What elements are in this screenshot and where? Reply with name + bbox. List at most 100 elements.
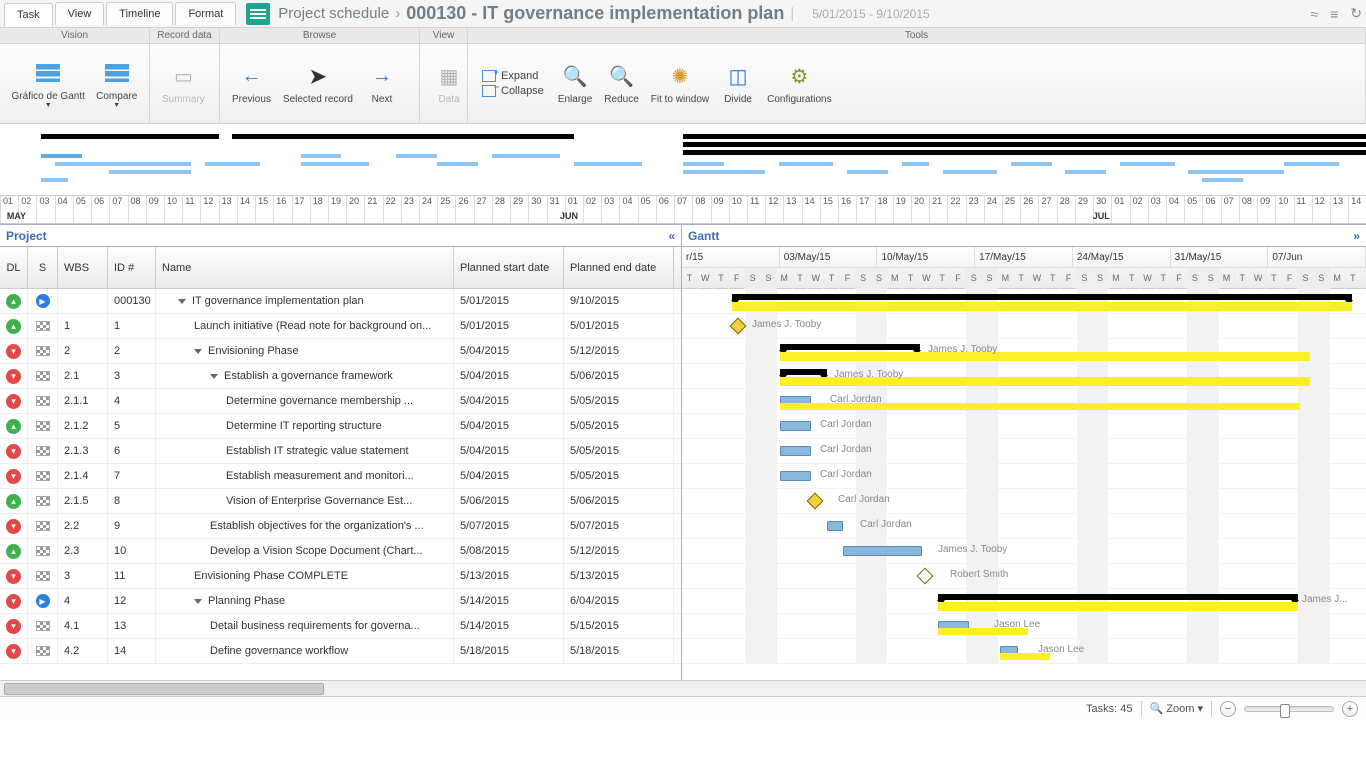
compare-button[interactable]: Compare▼	[90, 55, 143, 113]
gantt-row[interactable]: Carl Jordan	[682, 439, 1366, 464]
table-row[interactable]: ▴2.310Develop a Vision Scope Document (C…	[0, 539, 681, 564]
tab-timeline[interactable]: Timeline	[106, 2, 173, 25]
collapse-left-icon[interactable]: «	[668, 229, 675, 243]
assignee-label: Carl Jordan	[838, 494, 890, 505]
tab-task[interactable]: Task	[4, 3, 53, 27]
checkered-flag-icon	[36, 321, 50, 331]
milestone-icon[interactable]	[807, 493, 824, 510]
ribbon-group-labels: Vision Record data Browse View Tools	[0, 28, 1366, 44]
checkered-flag-icon	[36, 571, 50, 581]
table-row[interactable]: ▴▶000130IT governance implementation pla…	[0, 289, 681, 314]
zoom-in-button[interactable]: +	[1342, 701, 1358, 717]
gantt-row[interactable]: Carl Jordan	[682, 389, 1366, 414]
checkered-flag-icon	[36, 346, 50, 356]
summary-bar[interactable]	[780, 369, 827, 375]
summary-bar[interactable]	[780, 344, 920, 350]
assignee-label: Carl Jordan	[830, 394, 882, 405]
table-row[interactable]: ▴11Launch initiative (Read note for back…	[0, 314, 681, 339]
task-bar[interactable]	[843, 546, 922, 556]
tree-toggle-icon[interactable]	[194, 599, 202, 604]
milestone-icon[interactable]	[917, 568, 934, 585]
task-bar[interactable]	[780, 446, 811, 456]
gantt-row[interactable]: Carl Jordan	[682, 464, 1366, 489]
expand-button[interactable]: Expand	[482, 70, 544, 82]
app-icon[interactable]	[246, 3, 270, 25]
gantt-row[interactable]: Jason Lee	[682, 614, 1366, 639]
table-row[interactable]: ▴2.1.25Determine IT reporting structure5…	[0, 414, 681, 439]
table-row[interactable]: ▾4.214Define governance workflow5/18/201…	[0, 639, 681, 664]
divide-button[interactable]: ◫ Divide	[715, 58, 761, 109]
zoom-label[interactable]: 🔍 Zoom ▾	[1150, 702, 1203, 715]
table-row[interactable]: ▾2.1.36Establish IT strategic value stat…	[0, 439, 681, 464]
summary-bar[interactable]	[732, 294, 1352, 300]
progress-bar	[732, 302, 1352, 311]
gantt-row[interactable]: Carl Jordan	[682, 414, 1366, 439]
table-row[interactable]: ▾2.29Establish objectives for the organi…	[0, 514, 681, 539]
summary-bar[interactable]	[938, 594, 1298, 600]
zoom-out-button[interactable]: −	[1220, 701, 1236, 717]
task-name: Envisioning Phase	[208, 345, 299, 357]
gantt-row[interactable]: James J...	[682, 589, 1366, 614]
enlarge-button[interactable]: 🔍 Enlarge	[552, 58, 598, 109]
task-bar[interactable]	[780, 421, 811, 431]
gantt-row[interactable]: James J. Tooby	[682, 314, 1366, 339]
table-row[interactable]: ▾311Envisioning Phase COMPLETE5/13/20155…	[0, 564, 681, 589]
breadcrumb-root[interactable]: Project schedule	[278, 5, 389, 22]
data-button: ▦ Data	[426, 58, 472, 109]
next-button[interactable]: → Next	[359, 58, 405, 109]
task-name: Detail business requirements for governa…	[210, 620, 420, 632]
table-row[interactable]: ▾2.1.14Determine governance membership .…	[0, 389, 681, 414]
checkered-flag-icon	[36, 421, 50, 431]
gantt-row[interactable]: James J. Tooby	[682, 539, 1366, 564]
task-bar[interactable]	[780, 471, 811, 481]
gantt-row[interactable]	[682, 289, 1366, 314]
reduce-button[interactable]: 🔍 Reduce	[598, 58, 644, 109]
tab-format[interactable]: Format	[175, 2, 236, 25]
tree-toggle-icon[interactable]	[194, 349, 202, 354]
fit-to-window-button[interactable]: ✺ Fit to window	[645, 58, 715, 109]
gantt-panel-title: Gantt	[688, 229, 719, 243]
gantt-row[interactable]: Robert Smith	[682, 564, 1366, 589]
task-name: Determine governance membership ...	[226, 395, 413, 407]
list-icon[interactable]: ≡	[1330, 6, 1338, 22]
task-bar[interactable]	[827, 521, 843, 531]
tab-view[interactable]: View	[55, 2, 105, 25]
horizontal-scrollbar[interactable]	[0, 680, 1366, 696]
table-row[interactable]: ▾22Envisioning Phase5/04/20155/12/2015	[0, 339, 681, 364]
collapse-right-icon[interactable]: »	[1353, 229, 1360, 243]
table-row[interactable]: ▴2.1.58Vision of Enterprise Governance E…	[0, 489, 681, 514]
checkered-flag-icon	[36, 471, 50, 481]
overview-timeline[interactable]: 0102030405060708091011121314151617181920…	[0, 124, 1366, 224]
gantt-row[interactable]: Jason Lee	[682, 639, 1366, 664]
milestone-icon[interactable]	[730, 318, 747, 335]
collapse-button[interactable]: Collapse	[482, 85, 544, 97]
configurations-button[interactable]: ⚙ Configurations	[761, 58, 837, 109]
status-red-icon: ▾	[6, 444, 21, 459]
gantt-row[interactable]: James J. Tooby	[682, 364, 1366, 389]
table-row[interactable]: ▾4.113Detail business requirements for g…	[0, 614, 681, 639]
gantt-row[interactable]: Carl Jordan	[682, 514, 1366, 539]
gantt-icon	[36, 64, 60, 82]
collapse-ribbon-icon[interactable]: ≈	[1310, 6, 1318, 22]
table-row[interactable]: ▾▶412Planning Phase5/14/20156/04/2015	[0, 589, 681, 614]
refresh-icon[interactable]: ↻	[1350, 5, 1362, 22]
table-icon: ▦	[435, 62, 463, 90]
selected-record-button[interactable]: ➤ Selected record	[277, 58, 359, 109]
task-name: Envisioning Phase COMPLETE	[194, 570, 348, 582]
table-row[interactable]: ▾2.13Establish a governance framework5/0…	[0, 364, 681, 389]
assignee-label: James J...	[1302, 594, 1348, 605]
assignee-label: James J. Tooby	[834, 369, 903, 380]
tree-toggle-icon[interactable]	[178, 299, 186, 304]
checkered-flag-icon	[36, 446, 50, 456]
gantt-row[interactable]: Carl Jordan	[682, 489, 1366, 514]
gantt-chart-button[interactable]: Gráfico de Gantt▼	[6, 55, 90, 113]
tasks-count-label: Tasks: 45	[1086, 703, 1133, 715]
play-icon: ▶	[36, 294, 50, 308]
expand-icon	[482, 70, 496, 82]
previous-button[interactable]: ← Previous	[226, 58, 277, 109]
zoom-slider[interactable]	[1244, 706, 1334, 712]
tree-toggle-icon[interactable]	[210, 374, 218, 379]
table-row[interactable]: ▾2.1.47Establish measurement and monitor…	[0, 464, 681, 489]
progress-bar	[938, 602, 1298, 611]
gantt-row[interactable]: James J. Tooby	[682, 339, 1366, 364]
